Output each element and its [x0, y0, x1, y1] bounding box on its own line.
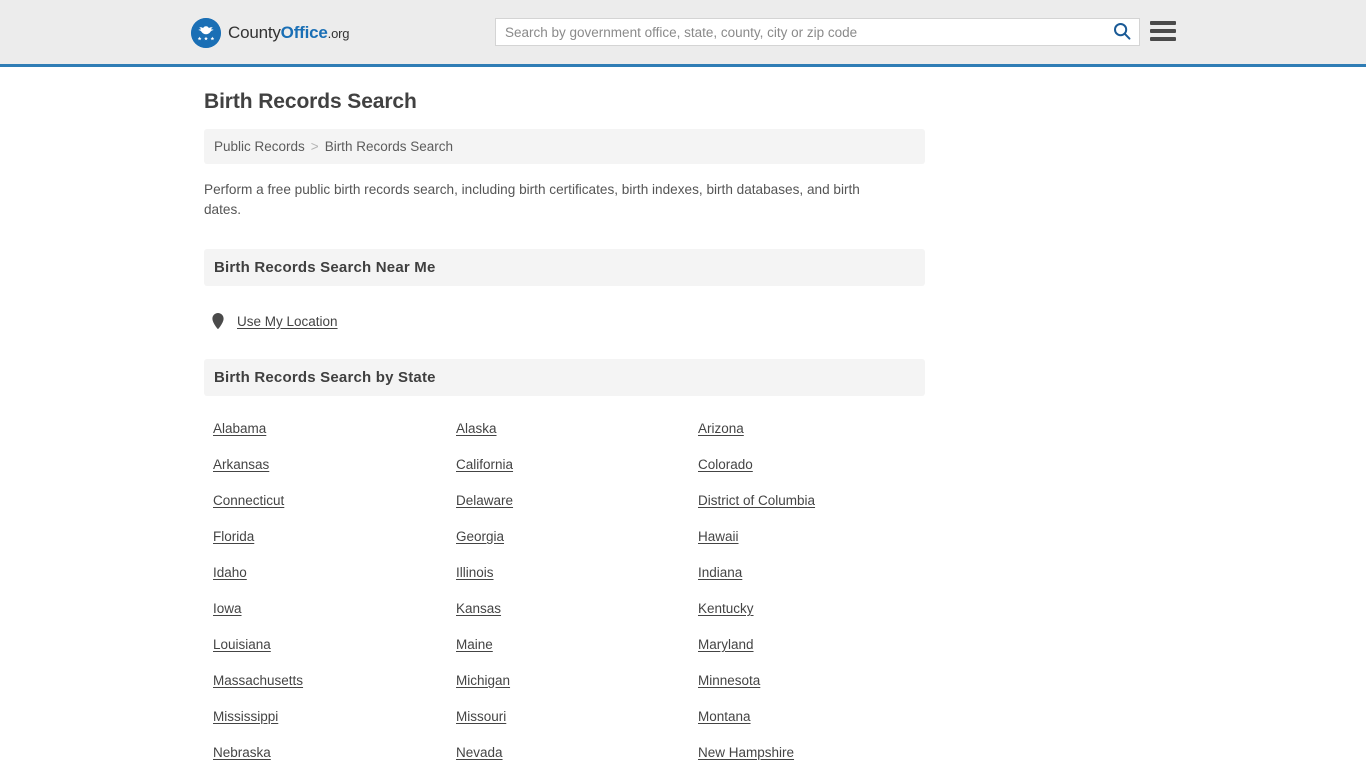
hamburger-bar-3: [1150, 37, 1176, 41]
state-link-cell: Alaska: [447, 421, 689, 457]
state-link-cell: Florida: [204, 529, 447, 565]
state-link[interactable]: Indiana: [698, 565, 742, 581]
site-logo[interactable]: CountyOffice.org: [191, 18, 349, 48]
state-links-grid: Alabama Alaska Arizona Arkansas California Co…: [204, 421, 925, 768]
site-logo-text: CountyOffice.org: [228, 23, 349, 43]
use-my-location-row[interactable]: Use My Location: [204, 312, 925, 330]
state-link[interactable]: Mississippi: [213, 709, 278, 725]
page-title: Birth Records Search: [204, 90, 417, 113]
state-link-cell: Minnesota: [689, 673, 925, 709]
state-link-cell: Maine: [447, 637, 689, 673]
logo-text-county: County: [228, 23, 281, 42]
state-link-cell: Arizona: [689, 421, 925, 457]
state-link-cell: Nevada: [447, 745, 689, 768]
state-link[interactable]: Nevada: [456, 745, 503, 761]
state-link[interactable]: Georgia: [456, 529, 504, 545]
state-link-cell: Indiana: [689, 565, 925, 601]
breadcrumb-link-public-records[interactable]: Public Records: [214, 139, 305, 154]
page-body: Birth Records Search Public Records > Bi…: [0, 67, 1366, 768]
state-link[interactable]: California: [456, 457, 513, 473]
state-link[interactable]: Florida: [213, 529, 254, 545]
logo-text-office: Office: [280, 23, 328, 42]
state-link-cell: Louisiana: [204, 637, 447, 673]
use-my-location-link[interactable]: Use My Location: [237, 314, 338, 329]
state-link-cell: Delaware: [447, 493, 689, 529]
state-link[interactable]: Kansas: [456, 601, 501, 617]
state-link-cell: California: [447, 457, 689, 493]
state-link-cell: Connecticut: [204, 493, 447, 529]
breadcrumb-current: Birth Records Search: [324, 139, 453, 154]
state-link-cell: Missouri: [447, 709, 689, 745]
search-input[interactable]: [496, 19, 1105, 45]
main-column: Birth Records Search Public Records > Bi…: [204, 67, 925, 768]
eagle-stars-seal-icon: [191, 18, 221, 48]
state-link-cell: Colorado: [689, 457, 925, 493]
search-button[interactable]: [1105, 19, 1139, 45]
state-link[interactable]: Idaho: [213, 565, 247, 581]
hamburger-bar-2: [1150, 29, 1176, 33]
state-link-cell: Kentucky: [689, 601, 925, 637]
state-link[interactable]: Hawaii: [698, 529, 739, 545]
state-link-cell: Nebraska: [204, 745, 447, 768]
state-link[interactable]: Illinois: [456, 565, 494, 581]
state-link[interactable]: Connecticut: [213, 493, 284, 509]
state-link-cell: Mississippi: [204, 709, 447, 745]
state-link[interactable]: Missouri: [456, 709, 506, 725]
state-link[interactable]: Arizona: [698, 421, 744, 437]
state-link[interactable]: Maryland: [698, 637, 754, 653]
state-link[interactable]: Montana: [698, 709, 751, 725]
state-link-cell: Arkansas: [204, 457, 447, 493]
state-link[interactable]: Maine: [456, 637, 493, 653]
state-link-cell: District of Columbia: [689, 493, 925, 529]
state-link-cell: New Hampshire: [689, 745, 925, 768]
header-inner: CountyOffice.org: [0, 0, 1366, 64]
state-link-cell: Alabama: [204, 421, 447, 457]
state-link[interactable]: Iowa: [213, 601, 242, 617]
state-link[interactable]: Alaska: [456, 421, 497, 437]
map-pin-icon: [212, 313, 224, 329]
search-icon: [1113, 22, 1131, 43]
hamburger-menu-icon[interactable]: [1150, 19, 1176, 43]
state-link-cell: Michigan: [447, 673, 689, 709]
state-link-cell: Idaho: [204, 565, 447, 601]
state-link-cell: Georgia: [447, 529, 689, 565]
state-link[interactable]: Minnesota: [698, 673, 760, 689]
breadcrumb: Public Records > Birth Records Search: [204, 129, 925, 164]
state-link-cell: Hawaii: [689, 529, 925, 565]
state-link[interactable]: Kentucky: [698, 601, 754, 617]
state-link-cell: Montana: [689, 709, 925, 745]
state-link-cell: Illinois: [447, 565, 689, 601]
page-description: Perform a free public birth records sear…: [204, 182, 860, 217]
state-link[interactable]: Alabama: [213, 421, 266, 437]
section-heading-near-me: Birth Records Search Near Me: [204, 249, 925, 286]
logo-text-org: .org: [327, 26, 350, 41]
state-link[interactable]: Arkansas: [213, 457, 269, 473]
state-link[interactable]: Michigan: [456, 673, 510, 689]
section-heading-by-state: Birth Records Search by State: [204, 359, 925, 396]
state-link-cell: Iowa: [204, 601, 447, 637]
state-link[interactable]: Nebraska: [213, 745, 271, 761]
site-header: CountyOffice.org: [0, 0, 1366, 67]
breadcrumb-separator: >: [310, 139, 319, 154]
content-container: Birth Records Search Public Records > Bi…: [0, 67, 1366, 768]
state-link[interactable]: Massachusetts: [213, 673, 303, 689]
state-link-cell: Massachusetts: [204, 673, 447, 709]
hamburger-bar-1: [1150, 21, 1176, 25]
state-link[interactable]: Delaware: [456, 493, 513, 509]
state-link[interactable]: New Hampshire: [698, 745, 794, 761]
state-link[interactable]: Colorado: [698, 457, 753, 473]
state-link[interactable]: Louisiana: [213, 637, 271, 653]
state-link[interactable]: District of Columbia: [698, 493, 815, 509]
state-link-cell: Maryland: [689, 637, 925, 673]
state-link-cell: Kansas: [447, 601, 689, 637]
search-bar[interactable]: [495, 18, 1140, 46]
